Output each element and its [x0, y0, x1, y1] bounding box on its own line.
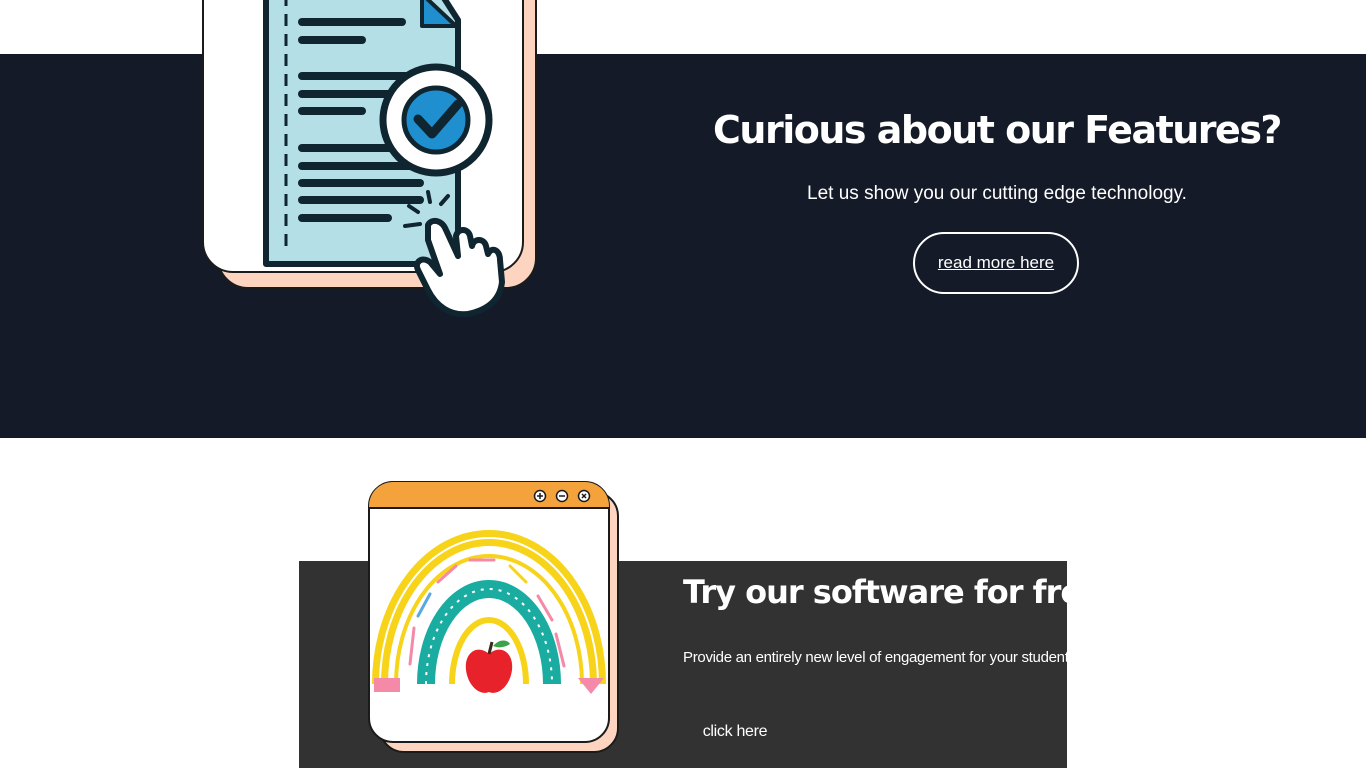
- zoom-in-icon[interactable]: [533, 489, 547, 503]
- trial-subtitle: Provide an entirely new level of engagem…: [683, 649, 1067, 666]
- read-more-button[interactable]: read more here: [913, 232, 1079, 294]
- minimize-icon[interactable]: [555, 489, 569, 503]
- trial-heading: Try our software for free: [683, 573, 1067, 611]
- document-checkmark-click-icon: [202, 0, 537, 318]
- click-here-button[interactable]: click here: [687, 719, 783, 745]
- rainbow-apple-window-icon: [368, 481, 619, 753]
- features-subtitle: Let us show you our cutting edge technol…: [807, 183, 1187, 204]
- close-icon[interactable]: [577, 489, 591, 503]
- features-heading: Curious about our Features?: [713, 108, 1282, 152]
